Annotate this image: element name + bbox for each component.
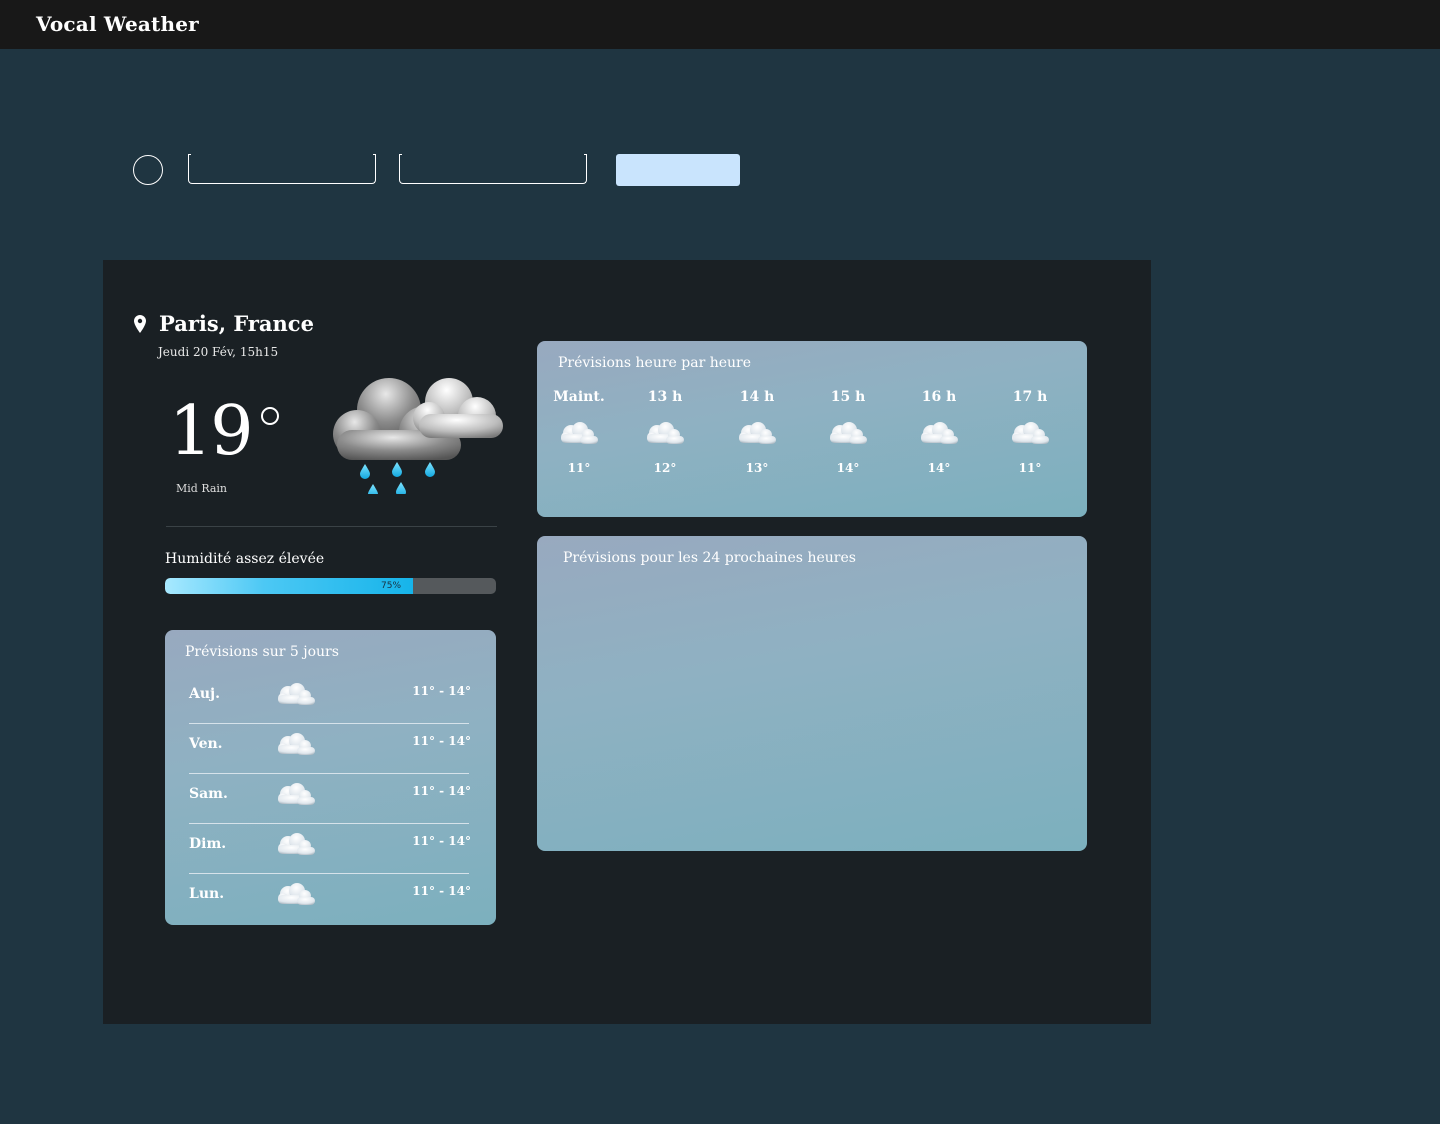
day-name: Lun.: [189, 886, 225, 902]
location-datetime: Jeudi 20 Fév, 15h15: [158, 345, 279, 359]
day-temp-range: 11° - 14°: [412, 784, 471, 798]
five-day-title: Prévisions sur 5 jours: [185, 644, 339, 660]
hour-label: 13 h: [647, 389, 683, 405]
humidity-percent: 75%: [381, 581, 402, 591]
cloud-icon: [647, 422, 684, 444]
forecast-row: Dim. 11° - 14°: [189, 824, 471, 874]
weather-panel: Paris, France Jeudi 20 Fév, 15h15 19 Mid…: [103, 260, 1151, 1024]
humidity-bar: 75%: [165, 578, 496, 594]
humidity-bar-fill: [165, 578, 413, 594]
forecast-row: Auj. 11° - 14°: [189, 674, 471, 724]
current-temperature: 19: [169, 392, 254, 471]
city-input[interactable]: [188, 154, 376, 184]
hourly-item: 14 h 13°: [727, 389, 787, 475]
cloud-icon: [921, 422, 958, 444]
forecast-row: Sam. 11° - 14°: [189, 774, 471, 824]
day-name: Sam.: [189, 786, 228, 802]
top-bar: Vocal Weather: [0, 0, 1440, 49]
forecast-row: Lun. 11° - 14°: [189, 874, 471, 924]
cloud-icon: [1012, 422, 1049, 444]
cloud-icon: [830, 422, 867, 444]
app-title: Vocal Weather: [36, 12, 199, 36]
cloud-icon: [739, 422, 776, 444]
cloud-icon: [278, 683, 315, 705]
day-temp-range: 11° - 14°: [412, 884, 471, 898]
day-name: Auj.: [189, 686, 220, 702]
cloud-icon: [278, 883, 315, 905]
day-name: Ven.: [189, 736, 223, 752]
next-24h-title: Prévisions pour les 24 prochaines heures: [563, 550, 856, 566]
hourly-item: 13 h 12°: [635, 389, 695, 475]
location-pin-icon: [134, 315, 146, 333]
degree-symbol: [261, 407, 279, 425]
cloud-rain-icon: [333, 378, 503, 494]
cloud-icon: [278, 833, 315, 855]
cloud-icon: [278, 733, 315, 755]
hour-temp: 11°: [567, 461, 591, 475]
hour-label: 15 h: [830, 389, 866, 405]
country-input[interactable]: [399, 154, 587, 184]
day-temp-range: 11° - 14°: [412, 684, 471, 698]
humidity-label: Humidité assez élevée: [165, 551, 325, 567]
hour-label: 14 h: [739, 389, 775, 405]
day-temp-range: 11° - 14°: [412, 834, 471, 848]
hourly-item: 16 h 14°: [909, 389, 969, 475]
hour-label: 17 h: [1012, 389, 1048, 405]
divider: [166, 526, 497, 527]
hourly-item: 17 h 11°: [1000, 389, 1060, 475]
hour-temp: 14°: [836, 461, 860, 475]
next-24h-forecast-card: Prévisions pour les 24 prochaines heures: [537, 536, 1087, 851]
hour-temp: 11°: [1018, 461, 1042, 475]
hour-label: 16 h: [921, 389, 957, 405]
day-name: Dim.: [189, 836, 227, 852]
current-condition: Mid Rain: [176, 482, 228, 495]
search-button[interactable]: [616, 154, 740, 186]
location-city: Paris, France: [159, 311, 314, 336]
hour-label: Maint.: [553, 389, 605, 405]
hour-temp: 14°: [927, 461, 951, 475]
cloud-icon: [561, 422, 598, 444]
hourly-item: Maint. 11°: [549, 389, 609, 475]
hour-temp: 13°: [745, 461, 769, 475]
hourly-item: 15 h 14°: [818, 389, 878, 475]
mic-toggle-button[interactable]: [133, 155, 163, 185]
hourly-title: Prévisions heure par heure: [558, 355, 752, 371]
forecast-row: Ven. 11° - 14°: [189, 724, 471, 774]
cloud-icon: [278, 783, 315, 805]
hourly-forecast-card: Prévisions heure par heure Maint. 11° 13…: [537, 341, 1087, 517]
hour-temp: 12°: [653, 461, 677, 475]
day-temp-range: 11° - 14°: [412, 734, 471, 748]
five-day-forecast-card: Prévisions sur 5 jours Auj. 11° - 14° Ve…: [165, 630, 496, 925]
